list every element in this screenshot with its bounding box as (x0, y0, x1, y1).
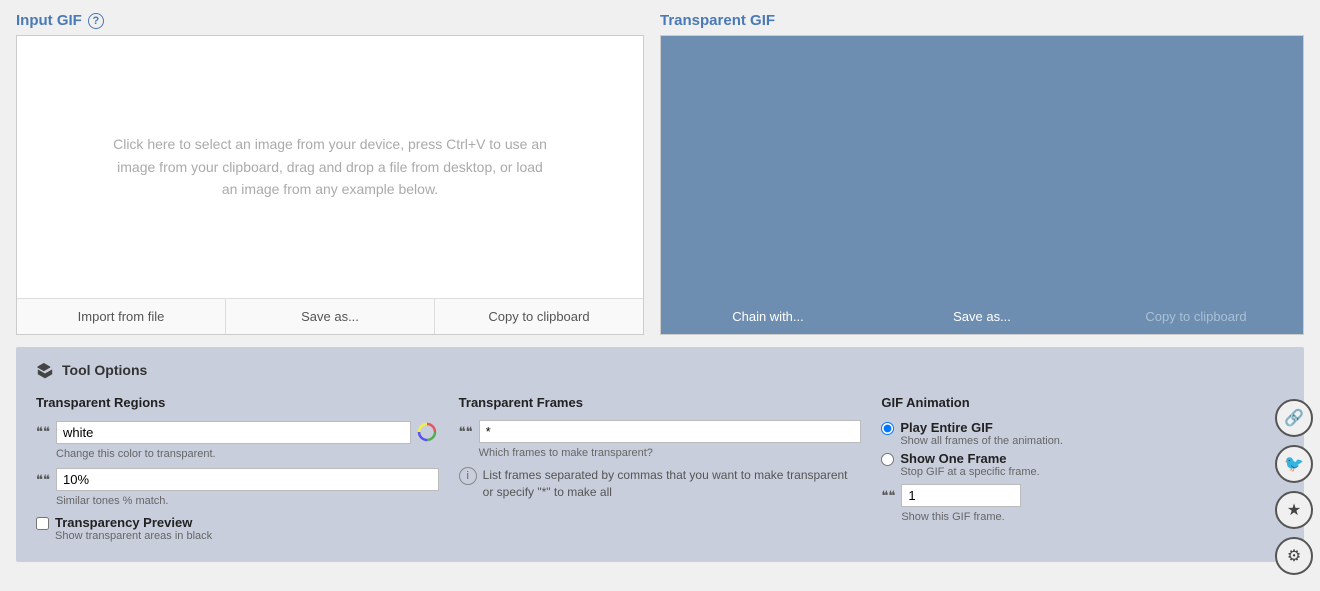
transparent-regions-section: Transparent Regions ❝❝ Change (36, 395, 459, 546)
tool-options-panel: Tool Options Transparent Regions ❝❝ (16, 347, 1304, 562)
gif-animation-title: GIF Animation (881, 395, 1284, 410)
play-entire-gif-label: Play Entire GIF (900, 420, 1063, 435)
frames-hint: Which frames to make transparent? (479, 447, 862, 459)
star-icon-button[interactable]: ★ (1275, 491, 1313, 529)
import-from-file-button[interactable]: Import from file (17, 299, 226, 334)
output-preview-area (661, 36, 1303, 299)
play-entire-gif-row: Play Entire GIF Show all frames of the a… (881, 420, 1284, 447)
frames-info-row: i List frames separated by commas that y… (459, 467, 862, 501)
color-picker-icon (417, 422, 437, 442)
info-icon: i (459, 467, 477, 485)
input-panel-box: Click here to select an image from your … (16, 35, 644, 335)
output-panel-box: Chain with... Save as... Copy to clipboa… (660, 35, 1304, 335)
output-panel-actions: Chain with... Save as... Copy to clipboa… (661, 299, 1303, 334)
upload-area[interactable]: Click here to select an image from your … (17, 36, 643, 298)
preview-hint: Show transparent areas in black (55, 530, 212, 542)
color-quote-icon: ❝❝ (36, 424, 52, 440)
tolerance-field-row: ❝❝ (36, 468, 439, 491)
frame-number-hint: Show this GIF frame. (901, 511, 1284, 523)
tolerance-quote-icon: ❝❝ (36, 472, 52, 488)
tolerance-hint: Similar tones % match. (56, 495, 439, 507)
right-sidebar: 🔗 🐦 ★ ⚙ (1268, 0, 1320, 591)
color-input[interactable] (56, 421, 411, 444)
main-content: Input GIF ? Click here to select an imag… (0, 0, 1320, 591)
transparent-frames-title: Transparent Frames (459, 395, 862, 410)
twitter-icon-button[interactable]: 🐦 (1275, 445, 1313, 483)
top-panels: Input GIF ? Click here to select an imag… (0, 0, 1320, 335)
input-panel-actions: Import from file Save as... Copy to clip… (17, 298, 643, 334)
frames-info-text: List frames separated by commas that you… (483, 467, 862, 501)
link-icon-button[interactable]: 🔗 (1275, 399, 1313, 437)
play-entire-gif-hint: Show all frames of the animation. (900, 435, 1063, 447)
tool-options-title: Tool Options (62, 362, 147, 378)
frame-number-input[interactable] (901, 484, 1021, 507)
copy-to-clipboard-input-button[interactable]: Copy to clipboard (435, 299, 643, 334)
frame-number-quote-icon: ❝❝ (881, 488, 897, 504)
show-one-frame-radio[interactable] (881, 453, 894, 466)
frame-number-field-row: ❝❝ (881, 484, 1284, 507)
tolerance-input[interactable] (56, 468, 439, 491)
preview-checkbox-row: Transparency Preview Show transparent ar… (36, 515, 439, 542)
frames-input[interactable] (479, 420, 862, 443)
transparent-regions-title: Transparent Regions (36, 395, 439, 410)
input-help-icon[interactable]: ? (88, 13, 104, 29)
save-as-output-button[interactable]: Save as... (875, 299, 1089, 334)
input-title-text: Input GIF (16, 12, 82, 29)
frames-quote-icon: ❝❝ (459, 424, 475, 440)
save-as-input-button[interactable]: Save as... (226, 299, 435, 334)
gear-icon (36, 361, 54, 379)
settings-icon-button[interactable]: ⚙ (1275, 537, 1313, 575)
frames-field-row: ❝❝ (459, 420, 862, 443)
output-title-text: Transparent GIF (660, 12, 775, 29)
tool-options-header: Tool Options (36, 361, 1284, 379)
input-panel-title: Input GIF ? (16, 12, 660, 29)
tool-options-body: Transparent Regions ❝❝ Change (36, 395, 1284, 546)
play-entire-gif-radio[interactable] (881, 422, 894, 435)
color-hint: Change this color to transparent. (56, 448, 439, 460)
preview-checkbox[interactable] (36, 517, 49, 530)
color-picker-button[interactable] (415, 420, 439, 444)
upload-text: Click here to select an image from your … (110, 133, 550, 200)
gif-animation-section: GIF Animation Play Entire GIF Show all f… (881, 395, 1284, 546)
color-field-row: ❝❝ (36, 420, 439, 444)
show-one-frame-hint: Stop GIF at a specific frame. (900, 466, 1039, 478)
output-panel-title: Transparent GIF (660, 12, 1304, 29)
input-gif-panel: Input GIF ? Click here to select an imag… (16, 12, 660, 335)
preview-label: Transparency Preview (55, 515, 212, 530)
output-gif-panel: Transparent GIF Chain with... Save as...… (660, 12, 1304, 335)
chain-with-button[interactable]: Chain with... (661, 299, 875, 334)
show-one-frame-label: Show One Frame (900, 451, 1039, 466)
show-one-frame-row: Show One Frame Stop GIF at a specific fr… (881, 451, 1284, 478)
transparent-frames-section: Transparent Frames ❝❝ Which frames to ma… (459, 395, 882, 546)
